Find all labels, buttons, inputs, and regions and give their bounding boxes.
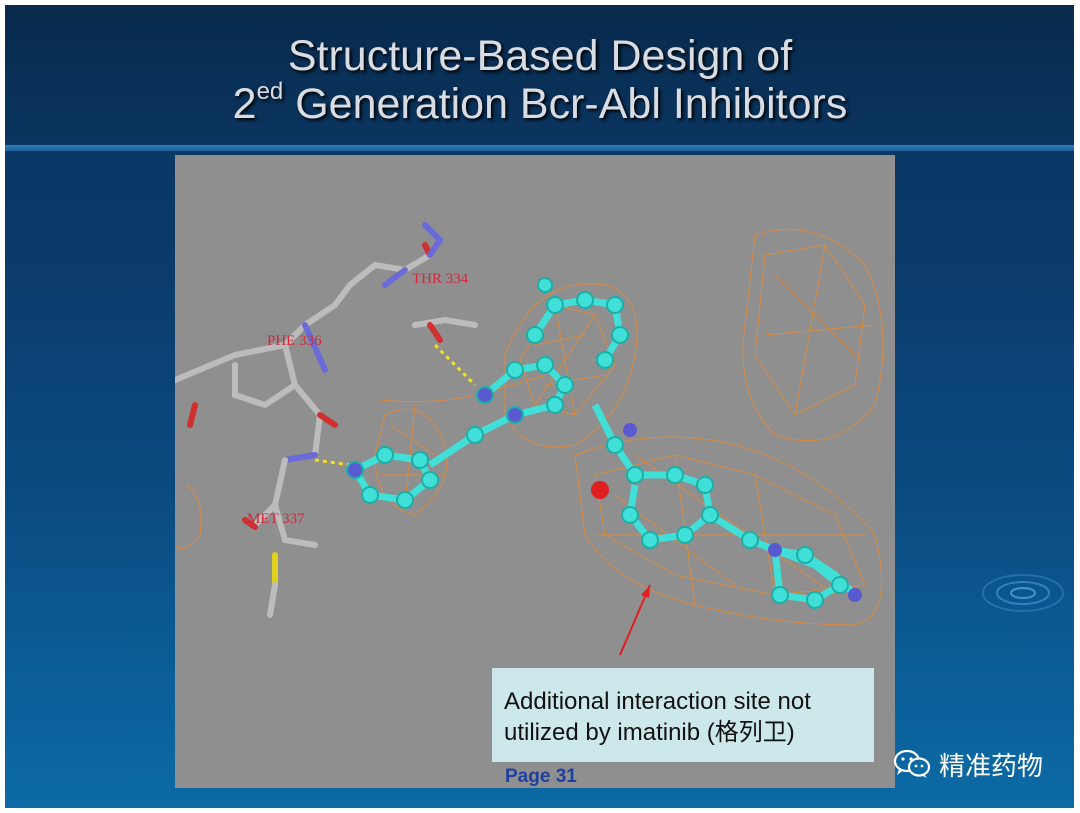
title-divider xyxy=(5,145,1074,151)
title-superscript: ed xyxy=(256,78,284,105)
title-line-2-prefix: 2 xyxy=(232,80,257,128)
residue-label-thr334: THR 334 xyxy=(412,271,469,287)
pointer-arrowhead xyxy=(641,585,650,598)
title-line-2-rest: Generation Bcr-Abl Inhibitors xyxy=(283,80,848,128)
title-line-1: Structure-Based Design of xyxy=(287,32,793,80)
residue-label-met337: MET 337 xyxy=(247,511,305,527)
page-number: Page 31 xyxy=(505,766,577,787)
ligand-ball-and-stick xyxy=(346,277,858,609)
water-ripple-decoration xyxy=(982,574,1064,612)
callout-line-2: utilized by imatinib (格列卫) xyxy=(504,719,795,746)
slide-title: Structure-Based Design of 2ed Generation… xyxy=(0,32,1080,128)
watermark: 精准药物 xyxy=(893,744,1043,784)
title-line-2: 2ed Generation Bcr-Abl Inhibitors xyxy=(0,78,1080,129)
annotation-callout: Additional interaction site not utilized… xyxy=(492,668,874,762)
wechat-icon xyxy=(893,749,931,778)
watermark-text: 精准药物 xyxy=(939,751,1044,782)
callout-line-1: Additional interaction site not xyxy=(504,688,811,715)
residue-label-phe336: PHE 336 xyxy=(267,333,322,349)
